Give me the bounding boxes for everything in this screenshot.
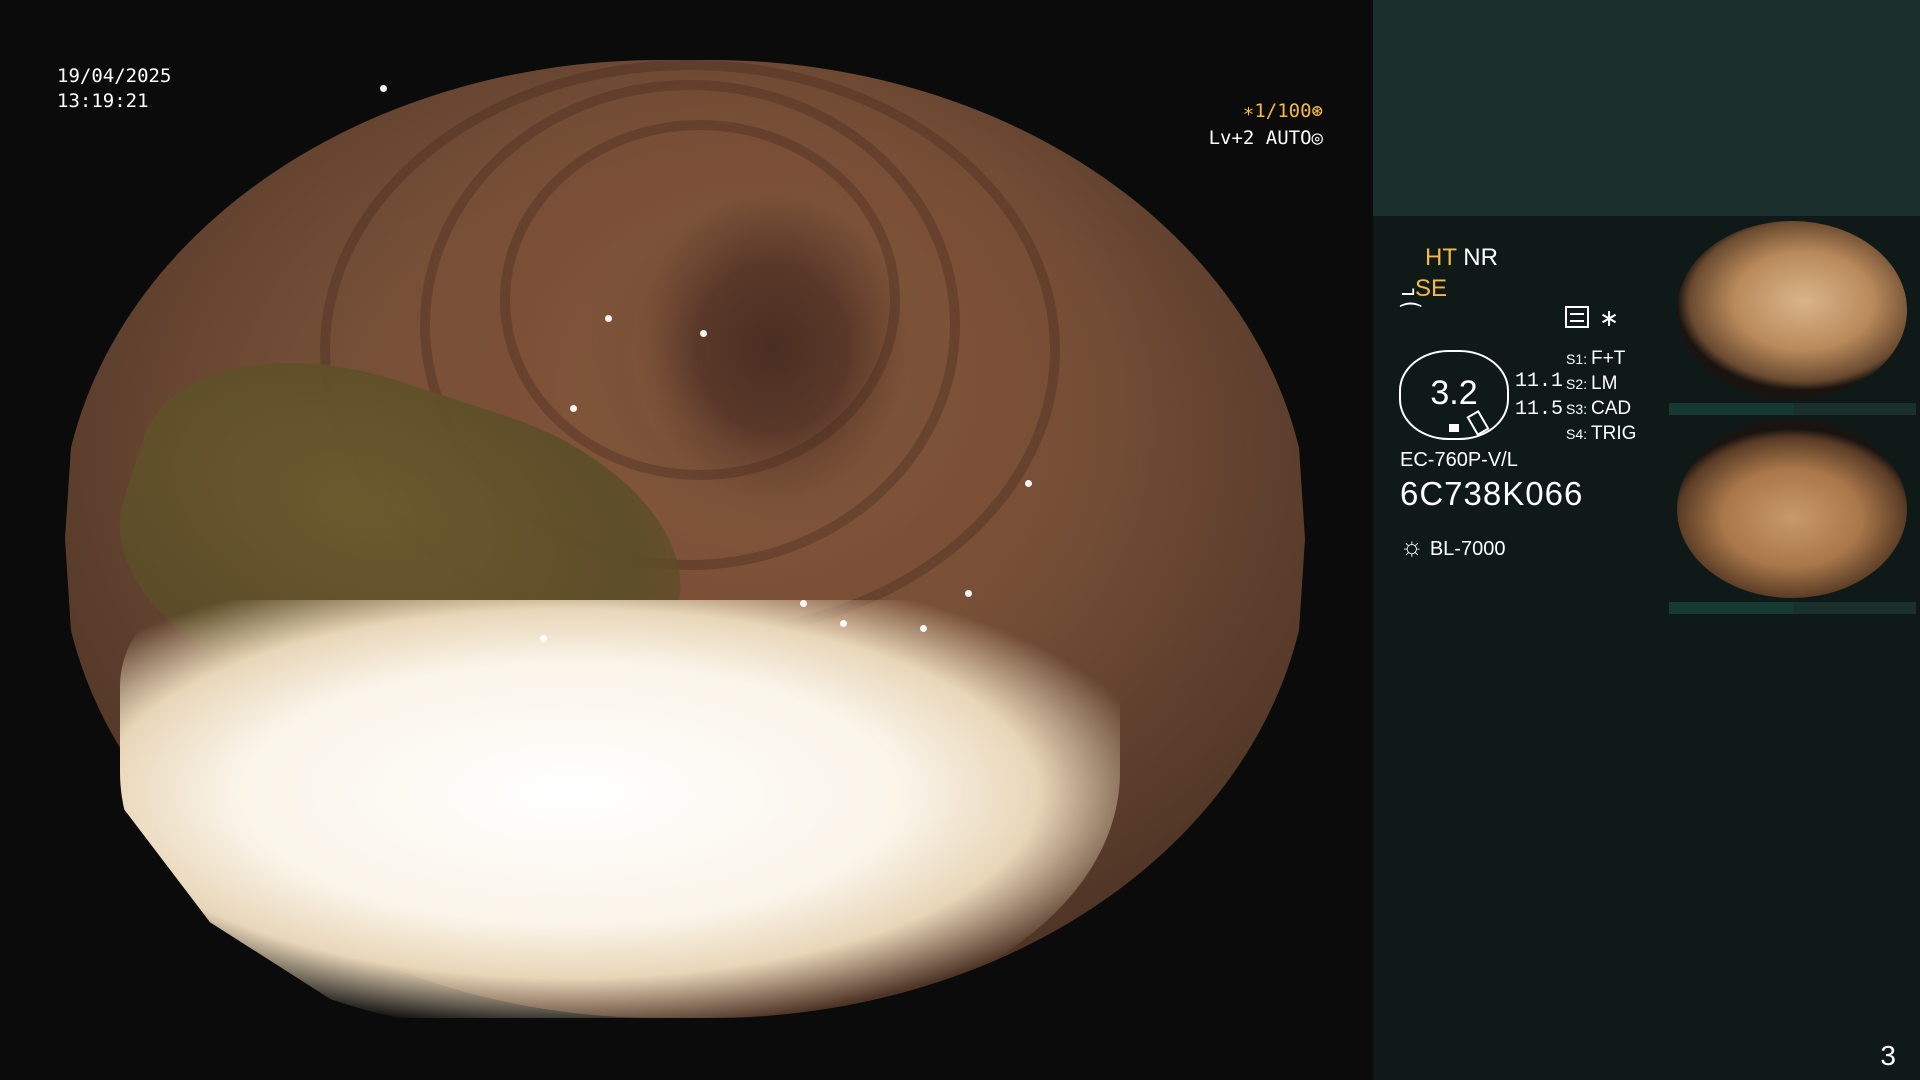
switch-slot-2: S2: LM [1566,373,1617,395]
light-reflection [120,600,1120,1018]
thumbnail-bar [1669,602,1916,614]
glint [1025,480,1032,487]
gauge-tick [1449,424,1459,432]
glint [540,635,547,642]
glint [700,330,707,337]
thumbnail-image [1669,217,1916,403]
capture-thumbnail-1[interactable] [1669,217,1916,415]
date-time: 19/04/2025 13:19:21 [57,64,171,114]
endoscope-live-view: 19/04/2025 13:19:21 ∗1/100⊛ Lv+2 AUTO◎ [0,0,1373,1080]
scope-model: EC-760P-V/L [1400,449,1518,471]
thumbnail-bar [1669,403,1916,415]
slot-key: S1: [1566,351,1588,367]
light-source-label: BL-7000 [1429,538,1506,560]
slot-key: S2: [1566,376,1588,392]
time-text: 13:19:21 [57,90,149,112]
slot-value: F+T [1591,348,1626,369]
shutter-readout: ∗1/100⊛ [1243,99,1323,124]
switch-slot-4: S4: TRIG [1566,423,1636,445]
endoscopic-image [65,60,1305,1018]
color-enhance-icon: ⁀ [1401,304,1421,331]
ht-label: HT [1425,244,1457,271]
panel-header-area [1373,0,1920,216]
thumbnail-bar-fill [1669,602,1794,614]
nr-label: NR [1463,244,1498,271]
structure-enhance-icon: ⨼ [1401,275,1416,302]
glint [920,625,927,632]
exposure-readout: Lv+2 AUTO◎ [1209,126,1323,151]
capture-thumbnail-2[interactable] [1669,416,1916,614]
switch-slot-1: S1: F+T [1566,348,1625,370]
glint [570,405,577,412]
auto-text: Lv+2 AUTO [1208,127,1312,149]
slot-key: S4: [1566,426,1588,442]
lamp-icon: ☼ [1400,531,1424,561]
scope-serial: 6C738K066 [1400,475,1584,512]
page-index: 3 [1880,1040,1896,1071]
glint [965,590,972,597]
gauge: 3.2 [1399,350,1509,440]
info-panel: HT NR ⨼SE ⁀ ∗ 3.2 11.1 11.5 S1: F+T S2: LM… [1373,0,1920,1080]
slot-key: S3: [1566,401,1588,417]
se-row: ⨼SE [1401,275,1447,303]
gauge-value: 3.2 [1430,374,1478,412]
thumbnail-lumen [1677,221,1907,399]
slot-value: LM [1591,373,1618,394]
star-icon: ∗ [1599,305,1620,332]
iris-icon: ◎ [1311,127,1323,149]
reading-1: 11.1 [1515,370,1564,393]
glint [840,620,847,627]
list-icon [1565,306,1589,328]
light-source: ☼ BL-7000 [1400,531,1505,562]
thumbnail-bar-fill [1669,403,1794,415]
mode-row: HT NR [1425,244,1498,272]
switch-slot-3: S3: CAD [1566,398,1631,420]
gauge-pointer [1466,409,1490,437]
glint [605,315,612,322]
reading-2: 11.5 [1515,398,1564,421]
glint [800,600,807,607]
thumbnail-lumen [1677,420,1907,598]
se-label: SE [1415,275,1448,302]
slot-value: CAD [1591,398,1632,419]
shutter-text: ∗1/100 [1242,100,1312,122]
aperture-icon: ⊛ [1311,100,1323,122]
date-text: 19/04/2025 [57,65,172,87]
glint [380,85,387,92]
thumbnail-image [1669,416,1916,602]
slot-value: TRIG [1591,423,1637,444]
